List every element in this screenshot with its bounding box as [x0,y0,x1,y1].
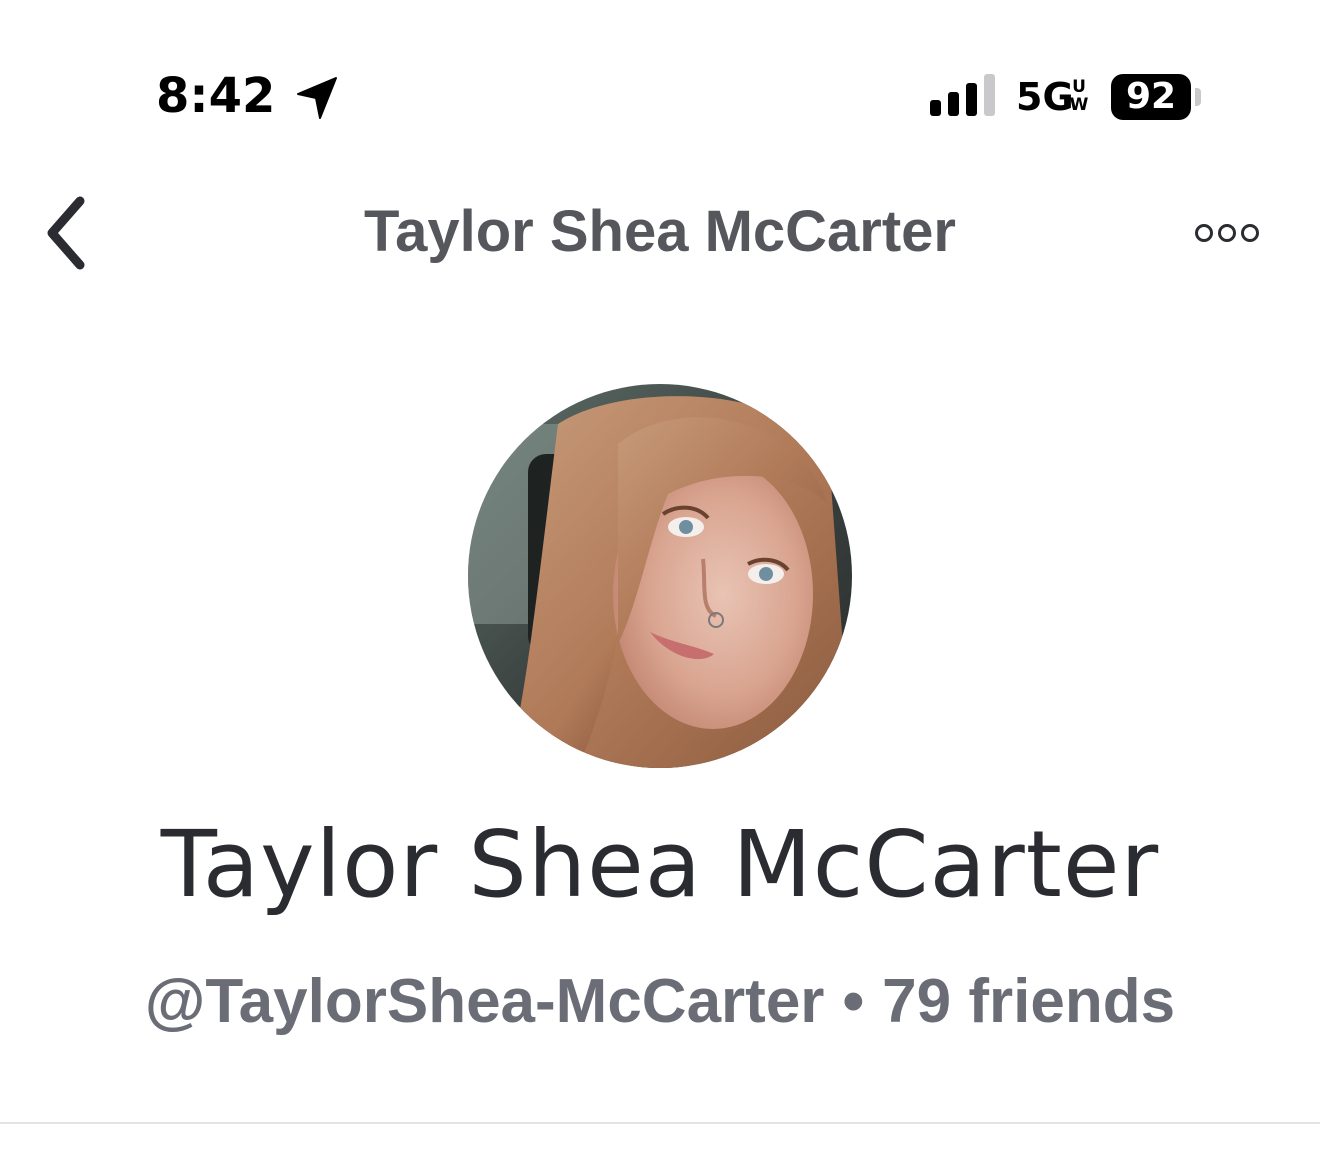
avatar[interactable] [468,384,852,768]
profile-name: Taylor Shea McCarter [160,811,1160,918]
battery-indicator: 92 [1111,74,1191,120]
battery-level: 92 [1125,76,1177,117]
more-options-button[interactable] [1186,212,1268,254]
more-horizontal-icon [1195,224,1259,242]
status-bar: 8:42 5G UW 92 [0,0,1320,190]
meta-separator: • [842,967,865,1036]
network-type: 5G [1016,75,1074,119]
nav-title: Taylor Shea McCarter [363,199,957,264]
location-arrow-icon [297,77,337,119]
profile-handle: @TaylorShea-McCarter [144,967,825,1036]
cellular-signal-icon [930,74,995,116]
profile-meta: @TaylorShea-McCarter • 79 friends [0,966,1320,1038]
divider [0,1122,1320,1124]
friends-count-link[interactable]: 79 friends [882,967,1175,1036]
status-time: 8:42 [156,68,276,124]
profile-photo [468,384,852,768]
battery-tip [1195,88,1201,106]
network-type-superscript: UW [1069,77,1089,115]
